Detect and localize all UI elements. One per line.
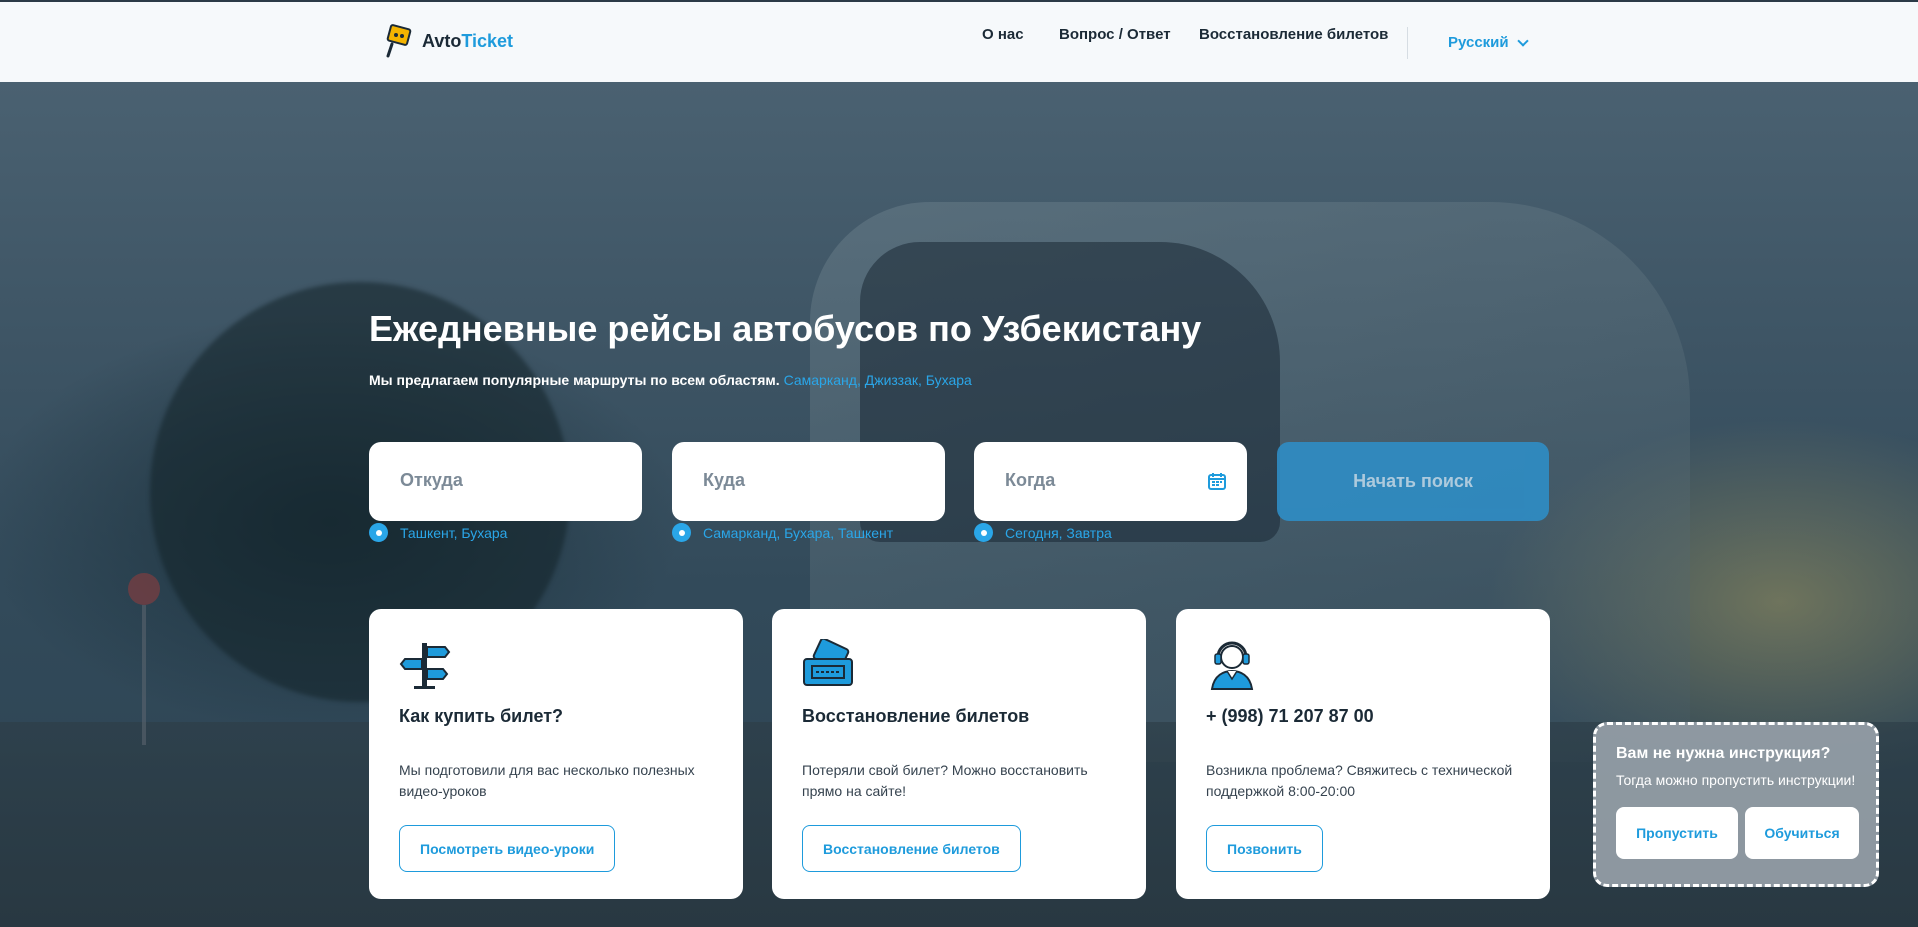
date-hint-days[interactable]: Сегодня, Завтра <box>1005 525 1112 541</box>
from-placeholder: Откуда <box>400 470 463 490</box>
card-description: Возникла проблема? Свяжитесь с техническ… <box>1206 762 1513 799</box>
road-sign-pole <box>142 605 146 745</box>
site-header: AvtoTicket О нас Вопрос / Ответ Восстано… <box>0 0 1918 82</box>
nav-item-ticket-recovery[interactable]: Восстановление билетов <box>1199 26 1388 43</box>
ticket-logo-icon <box>386 24 412 58</box>
from-input[interactable]: Откуда <box>369 442 642 521</box>
hero-subtitle-text: Мы предлагаем популярные маршруты по все… <box>369 372 780 388</box>
popular-cities-links[interactable]: Самарканд, Джиззак, Бухара <box>784 372 972 388</box>
tutorial-popup: Вам не нужна инструкция? Тогда можно про… <box>1593 722 1879 887</box>
from-hint-cities[interactable]: Ташкент, Бухара <box>400 525 507 541</box>
date-input[interactable]: Когда <box>974 442 1247 521</box>
start-tutorial-button[interactable]: Обучиться <box>1745 807 1859 859</box>
call-button[interactable]: Позвонить <box>1206 825 1323 872</box>
support-agent-icon <box>1210 641 1254 690</box>
to-placeholder: Куда <box>703 470 745 490</box>
calendar-small-icon <box>974 523 993 542</box>
card-ticket-recovery: Восстановление билетов Потеряли свой бил… <box>772 609 1146 899</box>
location-pin-icon <box>369 523 388 542</box>
card-support: + (998) 71 207 87 00 Возникла проблема? … <box>1176 609 1550 899</box>
popup-subtitle: Тогда можно пропустить инструкции! <box>1616 772 1856 788</box>
popup-title: Вам не нужна инструкция? <box>1616 745 1831 762</box>
signpost-icon <box>399 643 451 689</box>
card-description: Потеряли свой билет? Можно восстановить … <box>802 762 1088 799</box>
date-hint: Сегодня, Завтра <box>974 523 1112 542</box>
brand-name: AvtoTicket <box>422 30 514 51</box>
from-hint: Ташкент, Бухара <box>369 523 507 542</box>
nav-item-faq[interactable]: Вопрос / Ответ <box>1059 26 1171 43</box>
nav-divider <box>1407 27 1408 59</box>
search-button[interactable]: Начать поиск <box>1277 442 1549 521</box>
calendar-icon[interactable] <box>1207 471 1227 491</box>
to-hint-cities[interactable]: Самарканд, Бухара, Ташкент <box>703 525 893 541</box>
skip-tutorial-button[interactable]: Пропустить <box>1616 807 1738 859</box>
nav-item-about[interactable]: О нас <box>982 26 1024 43</box>
card-how-to-buy: Как купить билет? Мы подготовили для вас… <box>369 609 743 899</box>
watch-videos-button[interactable]: Посмотреть видео-уроки <box>399 825 616 872</box>
ticket-icon <box>803 639 853 686</box>
card-title: Восстановление билетов <box>802 706 1030 726</box>
recover-tickets-button[interactable]: Восстановление билетов <box>802 825 1021 872</box>
language-select[interactable]: Русский <box>1448 34 1529 51</box>
hero-section: Ежедневные рейсы автобусов по Узбекистан… <box>0 82 1918 927</box>
card-description: Мы подготовили для вас несколько полезны… <box>399 762 695 799</box>
to-hint: Самарканд, Бухара, Ташкент <box>672 523 893 542</box>
card-title: Как купить билет? <box>399 706 564 726</box>
hero-title: Ежедневные рейсы автобусов по Узбекистан… <box>369 308 1202 349</box>
support-phone-number[interactable]: + (998) 71 207 87 00 <box>1206 706 1374 727</box>
heart-pin-icon <box>672 523 691 542</box>
chevron-down-icon <box>1516 34 1529 47</box>
language-label: Русский <box>1448 34 1509 51</box>
hero-subtitle: Мы предлагаем популярные маршруты по все… <box>369 372 972 388</box>
brand-logo[interactable]: AvtoTicket <box>384 24 513 58</box>
date-placeholder: Когда <box>1005 470 1056 490</box>
road-sign-background <box>128 573 160 605</box>
to-input[interactable]: Куда <box>672 442 945 521</box>
